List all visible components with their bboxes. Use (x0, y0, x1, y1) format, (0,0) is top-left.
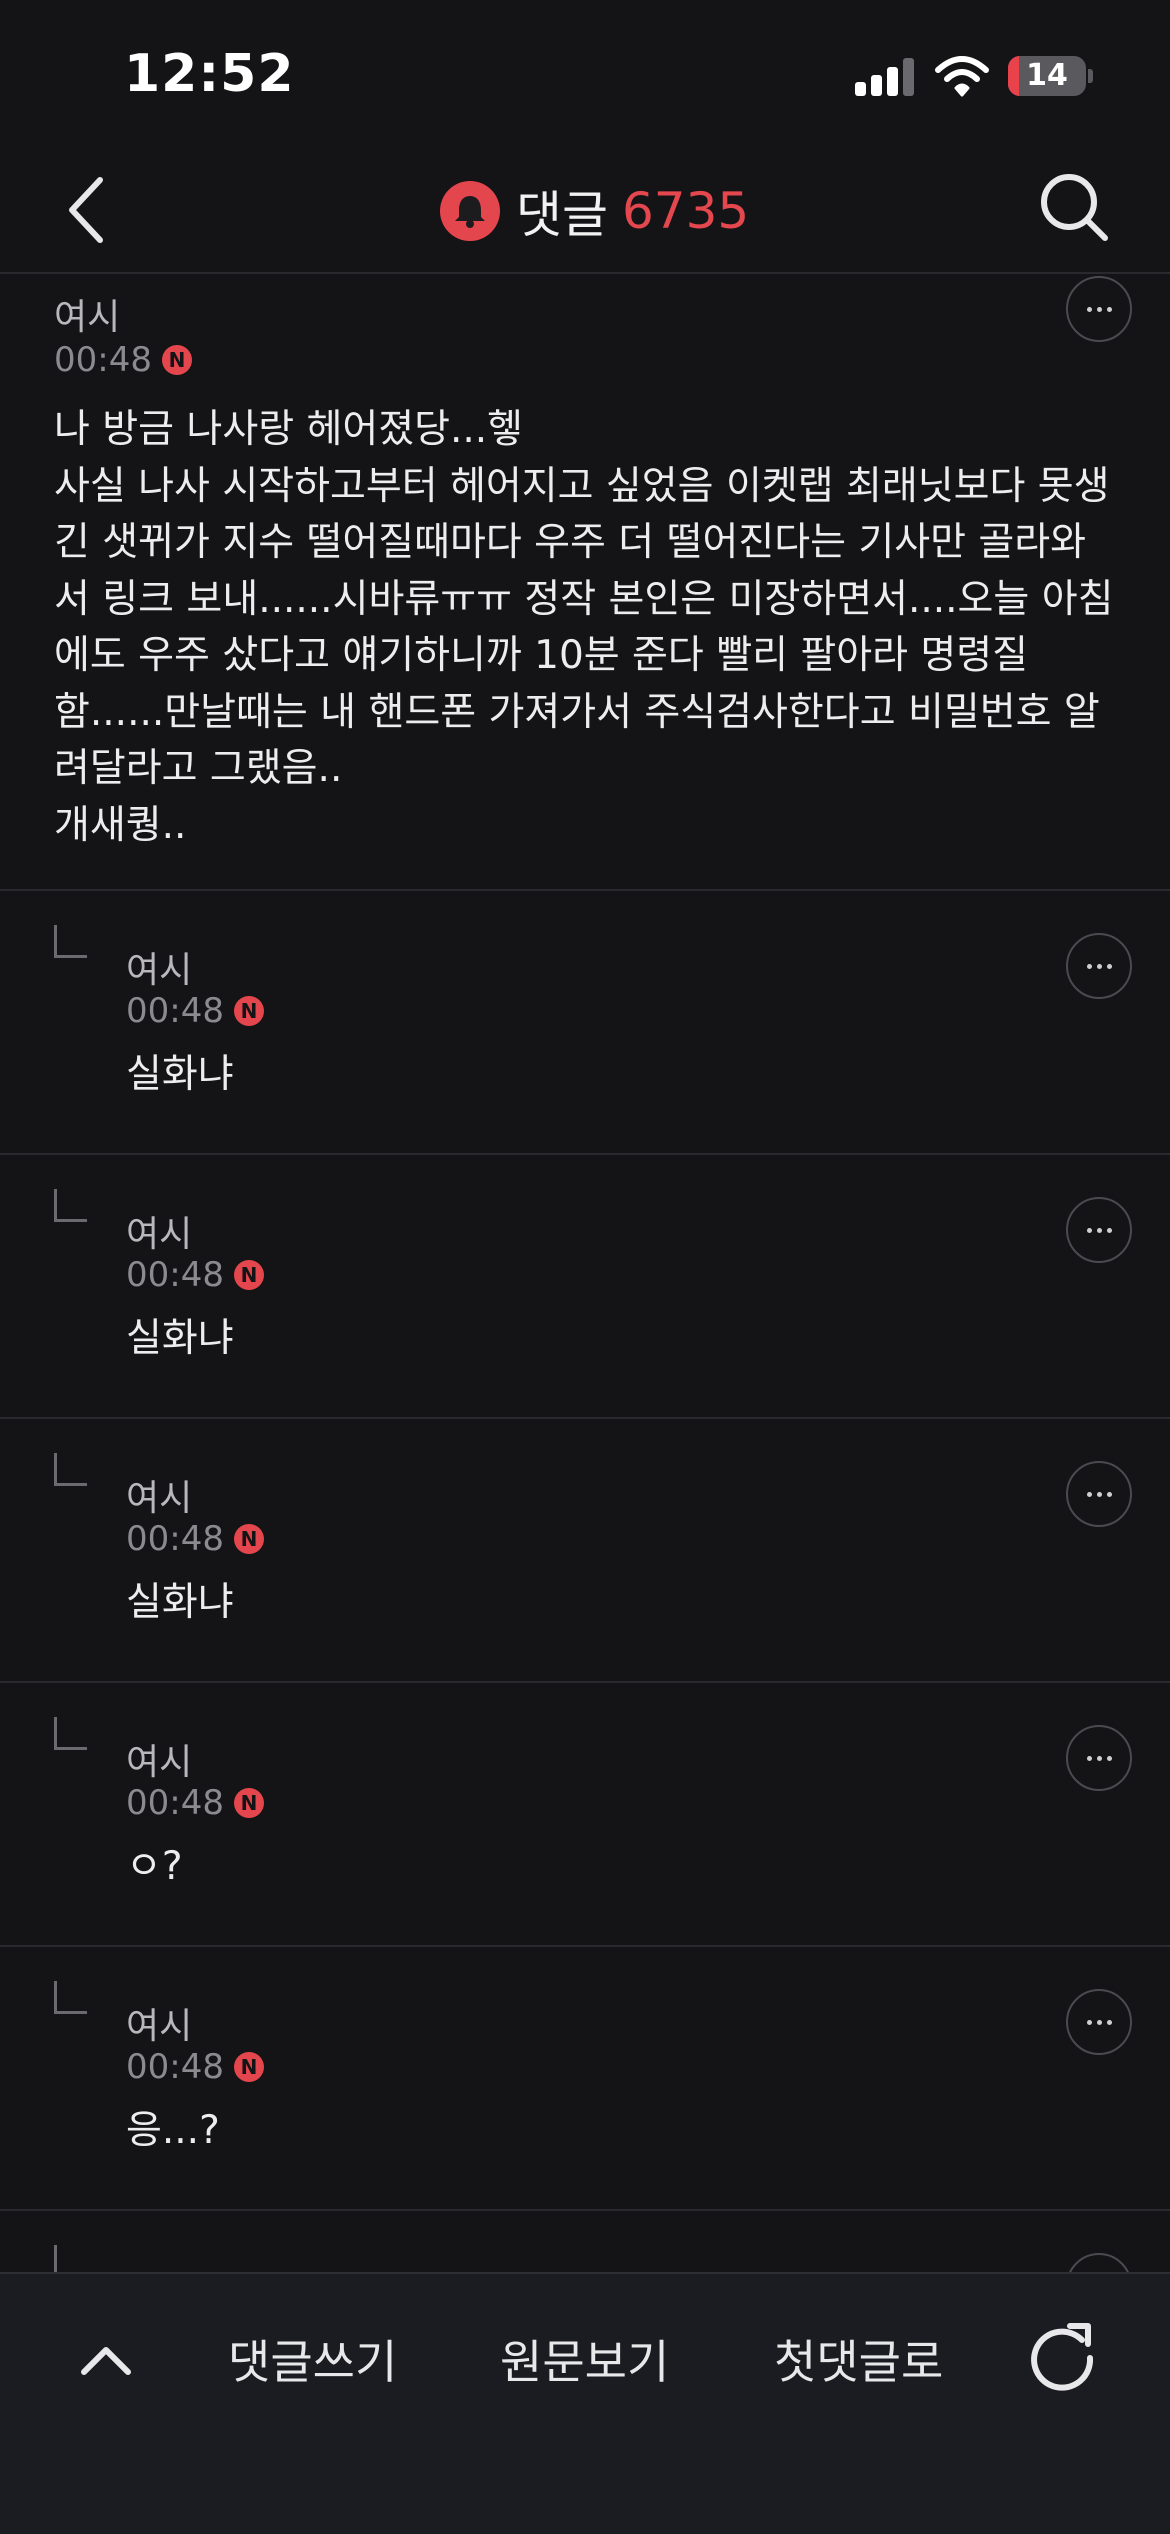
comment-text: 실화냐 (126, 1316, 234, 1361)
wifi-icon (935, 56, 989, 97)
refresh-button[interactable] (1024, 2318, 1100, 2394)
new-badge: N (233, 1260, 264, 1290)
bottom-toolbar: 댓글쓰기 원문보기 첫댓글로 (0, 2272, 1170, 2534)
comment-text: 실화냐 (126, 1580, 234, 1625)
new-badge: N (161, 345, 192, 375)
reply-corner-icon (54, 1717, 87, 1750)
reply-item: 여시 00:48 N 실화냐 (0, 891, 1170, 1155)
new-badge: N (233, 1788, 264, 1818)
comment-time: 00:48 (54, 340, 152, 380)
comment-text: 응...? (126, 2108, 220, 2153)
reply-corner-icon (54, 1189, 87, 1222)
reply-item: 여시 00:48 N 응...? (0, 1947, 1170, 2211)
chevron-up-icon (81, 2347, 131, 2375)
comment-time: 00:48 (126, 1783, 224, 1823)
chevron-left-icon (69, 177, 103, 243)
reply-item: 여시 00:48 N ㅇ? (0, 1683, 1170, 1947)
comment-author: 여시 (126, 2006, 193, 2047)
reply-corner-icon (54, 1981, 87, 2014)
more-horizontal-icon (1086, 963, 1092, 969)
more-options-button[interactable] (1066, 933, 1132, 999)
title-label: 댓글 (516, 186, 608, 244)
search-button[interactable] (1035, 168, 1115, 248)
comments-header: 댓글 6735 (0, 150, 1170, 274)
battery-indicator: 14 (1008, 56, 1086, 96)
reply-corner-icon (54, 1453, 87, 1486)
more-horizontal-icon (1086, 2019, 1092, 2025)
more-dot (1106, 2019, 1112, 2025)
comment-meta: 00:48 N (54, 340, 192, 380)
more-dot (1096, 1755, 1102, 1761)
comment-author: 여시 (126, 950, 193, 991)
comment-item: 여시 00:48 N 나 방금 나사랑 헤어졌당...헿 사실 나사 시작하고부… (0, 274, 1170, 891)
bell-icon (440, 181, 500, 241)
comment-text: 나 방금 나사랑 헤어졌당...헿 사실 나사 시작하고부터 헤어지고 싶었음 … (54, 407, 1114, 848)
more-horizontal-icon (1086, 306, 1092, 312)
comment-meta: 00:48 N (126, 2047, 264, 2087)
write-comment-button[interactable]: 댓글쓰기 (228, 2326, 397, 2392)
comment-author: 여시 (126, 1478, 193, 1519)
comment-list: 여시 00:48 N 나 방금 나사랑 헤어졌당...헿 사실 나사 시작하고부… (0, 274, 1170, 2411)
more-options-button[interactable] (1066, 276, 1132, 342)
more-dot (1106, 1491, 1112, 1497)
more-dot (1096, 1227, 1102, 1233)
refresh-icon (1031, 2323, 1094, 2391)
comment-author: 여시 (126, 1742, 193, 1783)
new-badge: N (233, 1524, 264, 1554)
comment-meta: 00:48 N (126, 1519, 264, 1559)
more-horizontal-icon (1086, 1755, 1092, 1761)
comment-meta: 00:48 N (126, 991, 264, 1031)
more-dot (1096, 2019, 1102, 2025)
new-badge: N (233, 2052, 264, 2082)
page-title: 댓글 6735 (440, 176, 749, 246)
status-time: 12:52 (124, 44, 295, 104)
more-dot (1106, 963, 1112, 969)
more-options-button[interactable] (1066, 1725, 1132, 1791)
back-button[interactable] (56, 170, 126, 250)
comment-author: 여시 (126, 1214, 193, 1255)
comment-time: 00:48 (126, 2047, 224, 2087)
more-dot (1096, 963, 1102, 969)
comment-time: 00:48 (126, 1519, 224, 1559)
reply-item: 여시 00:48 N 실화냐 (0, 1155, 1170, 1419)
more-dot (1106, 306, 1112, 312)
battery-level: 14 (1026, 58, 1068, 93)
more-dot (1106, 1755, 1112, 1761)
reply-item: 여시 00:48 N 실화냐 (0, 1419, 1170, 1683)
more-horizontal-icon (1086, 1491, 1092, 1497)
cellular-signal-icon (855, 58, 915, 96)
comment-meta: 00:48 N (126, 1255, 264, 1295)
reply-corner-icon (54, 925, 87, 958)
comment-text: ㅇ? (126, 1844, 183, 1889)
more-dot (1106, 1227, 1112, 1233)
comment-meta: 00:48 N (126, 1783, 264, 1823)
scroll-top-button[interactable] (76, 2334, 136, 2384)
view-original-button[interactable]: 원문보기 (500, 2326, 669, 2392)
first-comment-button[interactable]: 첫댓글로 (774, 2326, 943, 2392)
new-badge: N (233, 996, 264, 1026)
more-options-button[interactable] (1066, 1989, 1132, 2055)
comment-text: 실화냐 (126, 1052, 234, 1097)
search-icon (1041, 174, 1108, 241)
more-dot (1096, 306, 1102, 312)
comment-time: 00:48 (126, 1255, 224, 1295)
status-bar: 12:52 14 (0, 0, 1170, 150)
more-options-button[interactable] (1066, 1197, 1132, 1263)
more-horizontal-icon (1086, 1227, 1092, 1233)
battery-cap (1088, 69, 1093, 83)
more-dot (1096, 1491, 1102, 1497)
more-options-button[interactable] (1066, 1461, 1132, 1527)
comment-count: 6735 (622, 182, 750, 240)
comment-author: 여시 (54, 297, 121, 338)
comment-time: 00:48 (126, 991, 224, 1031)
